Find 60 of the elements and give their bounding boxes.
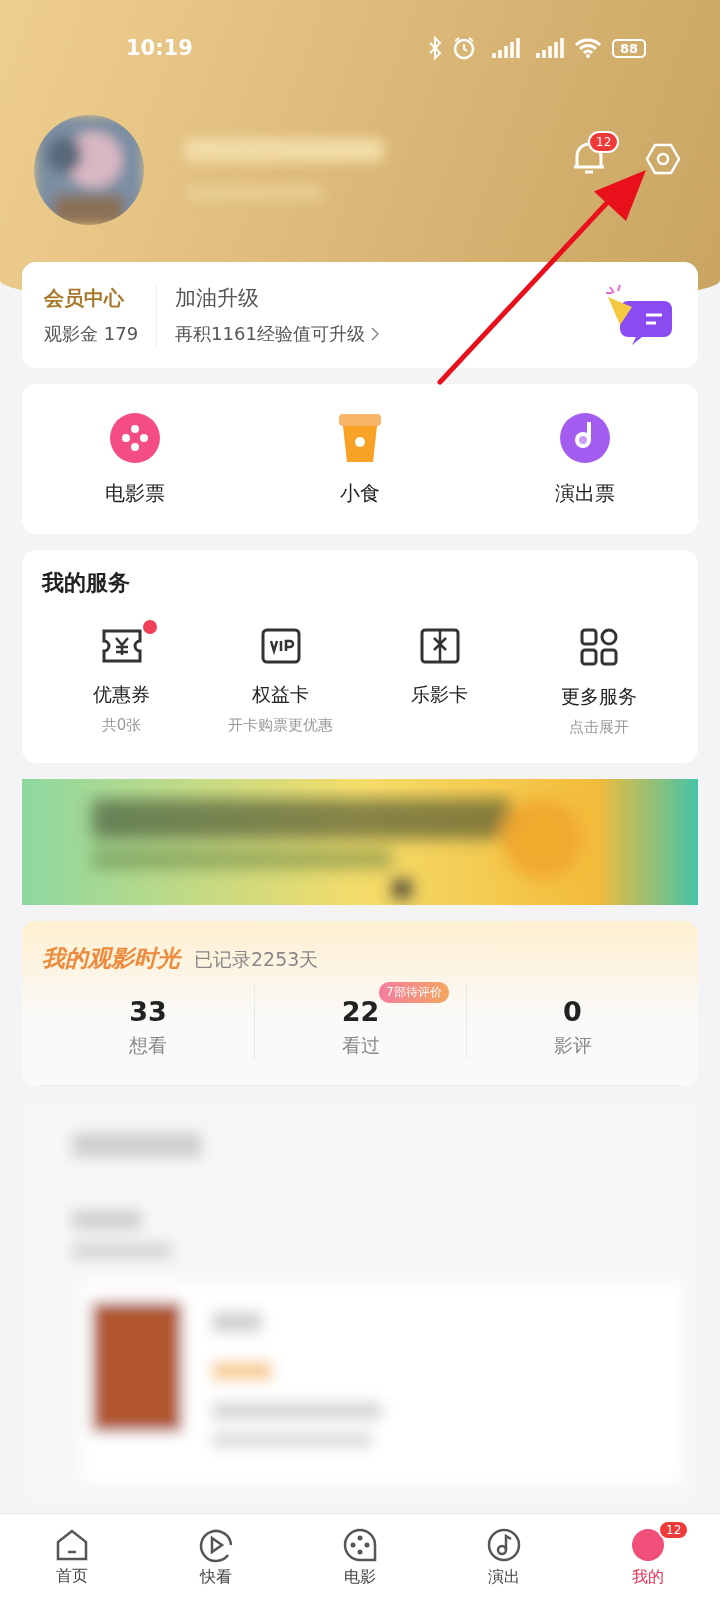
alarm-icon: [451, 36, 476, 60]
stat-value: 22: [341, 996, 380, 1027]
profile-icon: [630, 1526, 666, 1563]
service-label: 乐影卡: [411, 682, 468, 707]
film-reel-icon: [342, 1526, 378, 1563]
cup-icon: [337, 411, 383, 464]
status-time: 10:19: [126, 36, 194, 60]
grid-icon: [579, 628, 618, 666]
nav-tab[interactable]: 快看: [144, 1514, 288, 1600]
pending-review-badge: 7部待评价: [379, 982, 449, 1003]
member-card[interactable]: 会员中心 观影金 179 加油升级 再积1161经验值可升级: [22, 262, 698, 368]
level-title: 加油升级: [175, 285, 261, 312]
service-item[interactable]: 优惠券 共0张: [42, 620, 201, 737]
quick-entry[interactable]: 演出票: [472, 411, 698, 507]
vip-card-icon: [260, 628, 301, 664]
nav-tab[interactable]: 我的 12: [576, 1514, 720, 1600]
service-label: 更多服务: [560, 684, 637, 709]
service-subtitle: 开卡购票更优惠: [228, 716, 333, 735]
stat-label: 想看: [129, 1033, 167, 1058]
notification-badge: 12: [658, 1520, 690, 1540]
settings-icon[interactable]: [646, 142, 680, 176]
chevron-right-icon: [370, 327, 379, 341]
service-subtitle: 点击展开: [568, 718, 629, 737]
entry-label: 演出票: [555, 479, 616, 507]
nav-tab[interactable]: 首页: [0, 1514, 144, 1600]
gift-card-icon: [419, 628, 460, 664]
home-icon: [55, 1527, 89, 1562]
stat-value: 33: [129, 996, 167, 1027]
quick-entry[interactable]: 小食: [247, 411, 473, 507]
member-center-title: 会员中心: [44, 284, 125, 312]
service-label: 优惠券: [93, 682, 150, 707]
notification-button[interactable]: 12: [572, 131, 622, 175]
stat-value: 0: [563, 996, 582, 1027]
music-disc-icon: [559, 411, 612, 464]
stat-label: 看过: [341, 1033, 380, 1058]
coin-balance: 观影金 179: [44, 321, 139, 346]
service-item[interactable]: 更多服务 点击展开: [519, 620, 678, 737]
wifi-icon: [573, 37, 602, 59]
coupon-icon: [100, 628, 143, 664]
service-item[interactable]: 权益卡 开卡购票更优惠: [201, 620, 360, 737]
level-hint: 再积1161经验值可升级: [175, 322, 365, 346]
stat-label: 影评: [553, 1033, 592, 1058]
entry-label: 小食: [340, 479, 380, 507]
stat-item[interactable]: 0 影评: [466, 982, 678, 1059]
battery-level: 88: [611, 38, 646, 58]
nav-tab[interactable]: 演出: [432, 1514, 576, 1600]
record-days: 已记录2253天: [194, 947, 319, 973]
film-reel-icon: [108, 411, 161, 464]
entry-label: 电影票: [104, 479, 165, 507]
quick-entry[interactable]: 电影票: [22, 411, 248, 507]
section-title: 我的服务: [42, 569, 131, 597]
service-label: 权益卡: [252, 682, 309, 707]
bluetooth-icon: [427, 36, 442, 60]
service-subtitle: 共0张: [101, 716, 142, 735]
music-note-icon: [486, 1526, 522, 1563]
history-title: 我的观影时光: [42, 944, 180, 973]
stat-item[interactable]: 33 想看: [42, 982, 254, 1059]
stat-item[interactable]: 22 看过 7部待评价: [254, 982, 466, 1059]
nav-tab[interactable]: 电影: [288, 1514, 432, 1600]
service-item[interactable]: 乐影卡: [360, 620, 519, 737]
